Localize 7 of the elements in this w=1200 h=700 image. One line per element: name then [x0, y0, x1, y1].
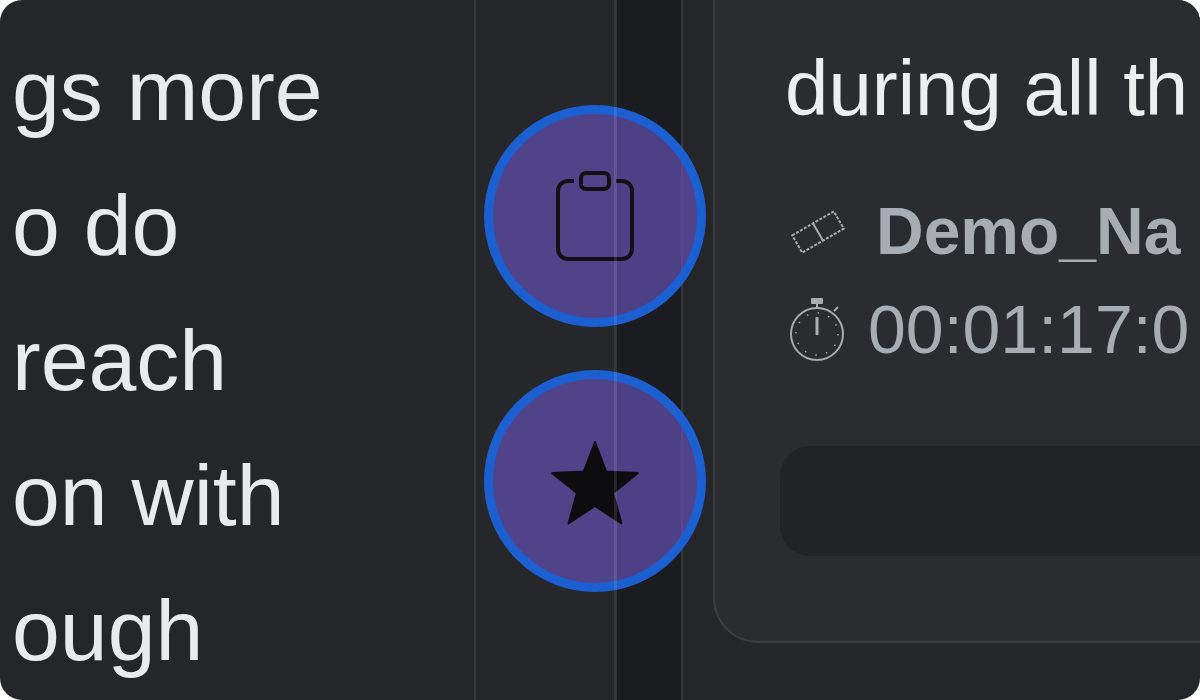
paragraph-text: during all th — [785, 43, 1189, 134]
duration-text: 00:01:17:0 — [868, 290, 1190, 369]
file-name: Demo_Na — [876, 193, 1181, 270]
clipboard-icon — [556, 171, 634, 261]
paragraph-text: gs more o do reach on with ough — [11, 41, 324, 680]
stopwatch-icon — [788, 297, 846, 361]
star-icon — [550, 440, 640, 526]
